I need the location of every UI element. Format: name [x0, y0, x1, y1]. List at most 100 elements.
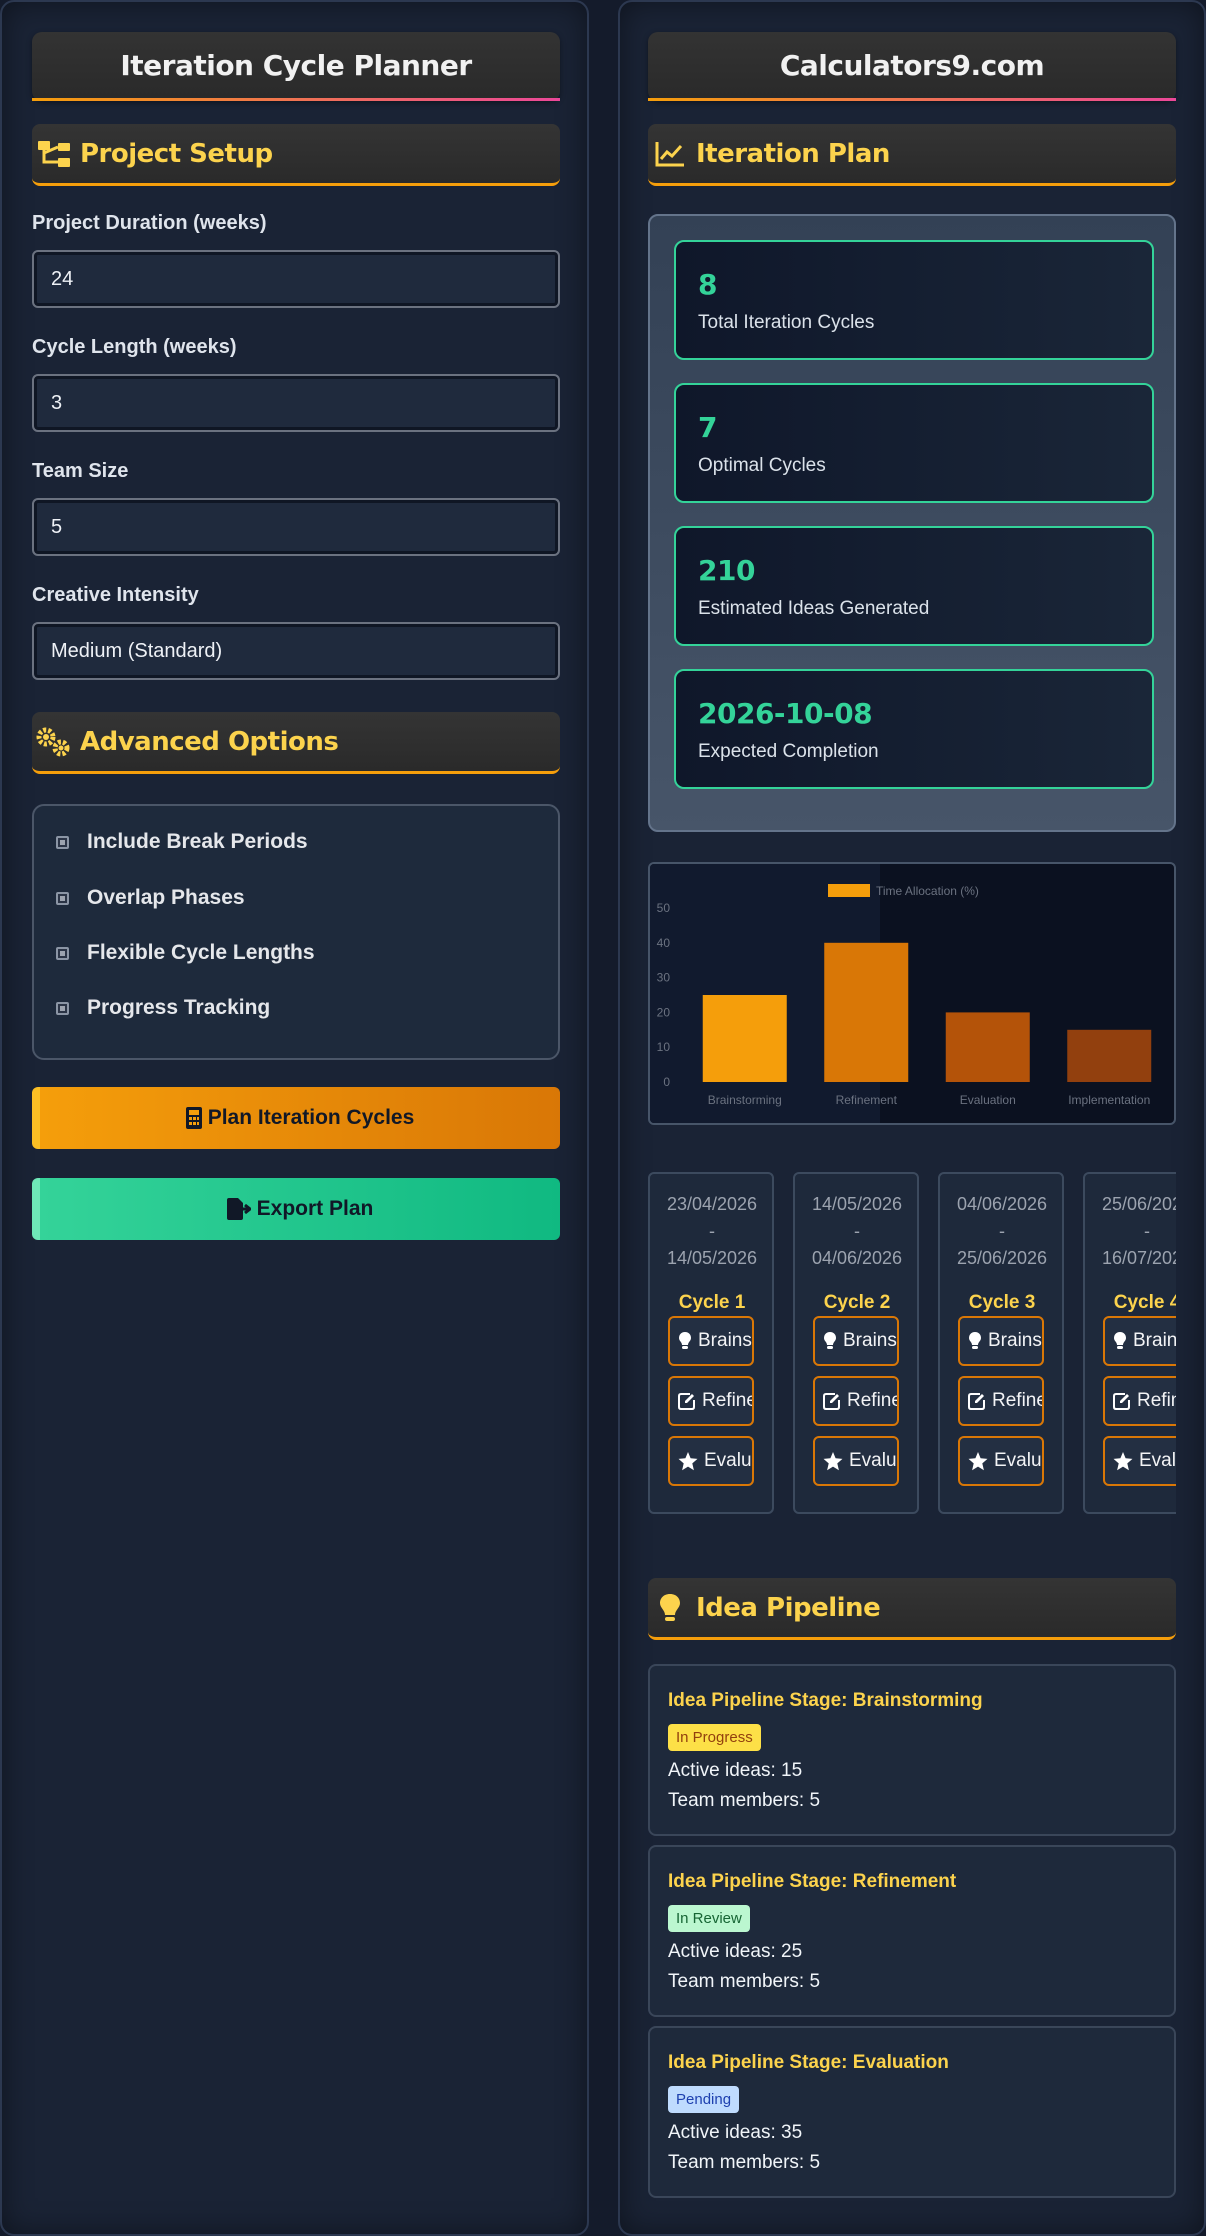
- flexible-cycles-checkbox[interactable]: [56, 946, 69, 960]
- star-icon: [968, 1451, 988, 1471]
- stat-label: Total Iteration Cycles: [698, 312, 875, 333]
- break-periods-checkbox[interactable]: [56, 835, 69, 849]
- stat-label: Expected Completion: [698, 741, 879, 762]
- bar-brainstorming: [702, 995, 787, 1082]
- intensity-select[interactable]: Medium (Standard): [32, 622, 560, 680]
- phase-label: Evaluation: [994, 1450, 1042, 1471]
- advanced-options-label: Advanced Options: [80, 726, 339, 757]
- phase-label: Refinement: [702, 1390, 752, 1411]
- phase-label: Refinement: [1137, 1390, 1176, 1411]
- calculator-icon: [185, 1107, 202, 1129]
- stat-value: 7: [698, 411, 717, 444]
- phase-chip: Refinement: [668, 1376, 754, 1426]
- plan-cycles-label: Plan Iteration Cycles: [207, 1106, 415, 1129]
- cycle-end-date: 16/07/2026: [1101, 1248, 1176, 1268]
- cycle-end-date: 04/06/2026: [811, 1248, 903, 1268]
- cycle-start-date: 23/04/2026: [666, 1194, 758, 1214]
- legend-label: Time Allocation (%): [876, 884, 979, 898]
- flexible-cycles-label: Flexible Cycle Lengths: [87, 941, 315, 964]
- phase-chip: Evaluation: [668, 1436, 754, 1486]
- stats-container: 8 Total Iteration Cycles 7 Optimal Cycle…: [648, 214, 1176, 832]
- idea-pipeline-label: Idea Pipeline: [696, 1592, 881, 1623]
- bar-evaluation: [945, 1012, 1030, 1082]
- lightbulb-icon: [823, 1331, 837, 1351]
- active-ideas: Active ideas: 25: [668, 1941, 803, 1962]
- phase-chip: Brainstorming: [668, 1316, 754, 1366]
- planner-panel: Iteration Cycle Planner Project Setup Pr…: [0, 0, 589, 2236]
- stat-total-cycles: 8 Total Iteration Cycles: [674, 240, 1154, 360]
- cycle-timeline: 23/04/2026 - 14/05/2026 Cycle 1 Brainstormin…: [648, 1172, 1176, 1518]
- export-plan-label: Export Plan: [256, 1197, 374, 1220]
- cycle-card: 25/06/2026 - 16/07/2026 Cycle 4 Brainstormin…: [1083, 1172, 1176, 1514]
- cycle-end-date: 25/06/2026: [956, 1248, 1048, 1268]
- site-title: Calculators9.com: [648, 32, 1176, 101]
- phase-chip: Refinement: [1103, 1376, 1176, 1426]
- star-icon: [1113, 1451, 1133, 1471]
- star-icon: [678, 1451, 698, 1471]
- y-tick-label: 40: [657, 936, 671, 950]
- y-tick-label: 30: [657, 971, 671, 985]
- bar-refinement: [824, 942, 909, 1082]
- time-allocation-chart: 0 10 20 30 40 50 Brainstorming Refinement Evalua…: [648, 862, 1176, 1125]
- cycle-date-separator: -: [854, 1221, 860, 1241]
- stage-title: Idea Pipeline Stage: Refinement: [668, 1871, 957, 1892]
- stat-value: 8: [698, 268, 717, 301]
- x-tick-label: Brainstorming: [708, 1093, 782, 1107]
- cycle-card: 14/05/2026 - 04/06/2026 Cycle 2 Brainstormin…: [793, 1172, 919, 1514]
- y-tick-label: 20: [657, 1005, 671, 1019]
- phase-chip: Evaluation: [1103, 1436, 1176, 1486]
- progress-tracking-checkbox[interactable]: [56, 1001, 69, 1015]
- cycle-length-input[interactable]: 3: [32, 374, 560, 432]
- intensity-label: Creative Intensity: [32, 584, 199, 606]
- phase-label: Refinement: [992, 1390, 1042, 1411]
- cycle-card: 23/04/2026 - 14/05/2026 Cycle 1 Brainstormin…: [648, 1172, 774, 1514]
- cycle-card: 04/06/2026 - 25/06/2026 Cycle 3 Brainstormin…: [938, 1172, 1064, 1514]
- team-members: Team members: 5: [668, 1790, 821, 1811]
- export-plan-button[interactable]: Export Plan: [32, 1178, 560, 1240]
- team-size-input[interactable]: 5: [32, 498, 560, 556]
- advanced-options-heading: Advanced Options: [32, 712, 560, 774]
- option-break-periods[interactable]: Include Break Periods: [56, 830, 308, 854]
- stage-title: Idea Pipeline Stage: Brainstorming: [668, 1690, 983, 1711]
- option-flexible-cycles[interactable]: Flexible Cycle Lengths: [56, 941, 315, 965]
- phase-label: Refinement: [847, 1390, 897, 1411]
- option-progress-tracking[interactable]: Progress Tracking: [56, 996, 270, 1020]
- stat-optimal-cycles: 7 Optimal Cycles: [674, 383, 1154, 503]
- cycle-title: Cycle 1: [678, 1292, 746, 1313]
- duration-input[interactable]: 24: [32, 250, 560, 308]
- plan-cycles-button[interactable]: Plan Iteration Cycles: [32, 1087, 560, 1149]
- idea-pipeline-heading: Idea Pipeline: [648, 1578, 1176, 1640]
- y-tick-label: 0: [663, 1075, 670, 1089]
- edit-icon: [823, 1392, 841, 1410]
- cycle-start-date: 14/05/2026: [811, 1194, 903, 1214]
- phase-chip: Brainstorming: [813, 1316, 899, 1366]
- stat-value: 210: [698, 554, 755, 587]
- sitemap-icon: [34, 134, 74, 174]
- phase-label: Evaluation: [704, 1450, 752, 1471]
- overlap-phases-checkbox[interactable]: [56, 891, 69, 905]
- phase-chip: Refinement: [813, 1376, 899, 1426]
- option-overlap-phases[interactable]: Overlap Phases: [56, 886, 245, 910]
- overlap-phases-label: Overlap Phases: [87, 886, 245, 909]
- active-ideas: Active ideas: 15: [668, 1760, 803, 1781]
- lightbulb-icon: [1113, 1331, 1127, 1351]
- bar-chart: 0 10 20 30 40 50 Brainstorming Refinement Evalua…: [650, 864, 1152, 1123]
- cycle-date-separator: -: [709, 1221, 715, 1241]
- stat-ideas-generated: 210 Estimated Ideas Generated: [674, 526, 1154, 646]
- cycle-length-label: Cycle Length (weeks): [32, 336, 237, 358]
- phase-label: Evaluation: [849, 1450, 897, 1471]
- cycle-title: Cycle 4: [1113, 1292, 1176, 1313]
- duration-label: Project Duration (weeks): [32, 212, 267, 234]
- break-periods-label: Include Break Periods: [87, 830, 308, 853]
- phase-label: Brainstorming: [843, 1330, 897, 1351]
- project-setup-label: Project Setup: [80, 138, 273, 169]
- iteration-plan-label: Iteration Plan: [696, 138, 890, 169]
- phase-label: Brainstorming: [698, 1330, 752, 1351]
- pipeline-stage-card: Idea Pipeline Stage: Refinement In Review…: [648, 1845, 1176, 2017]
- iteration-plan-heading: Iteration Plan: [648, 124, 1176, 186]
- stat-value: 2026-10-08: [698, 697, 873, 730]
- legend-swatch: [828, 884, 870, 897]
- phase-chip: Evaluation: [813, 1436, 899, 1486]
- status-badge: Pending: [668, 2086, 740, 2113]
- cogs-icon: [34, 722, 74, 762]
